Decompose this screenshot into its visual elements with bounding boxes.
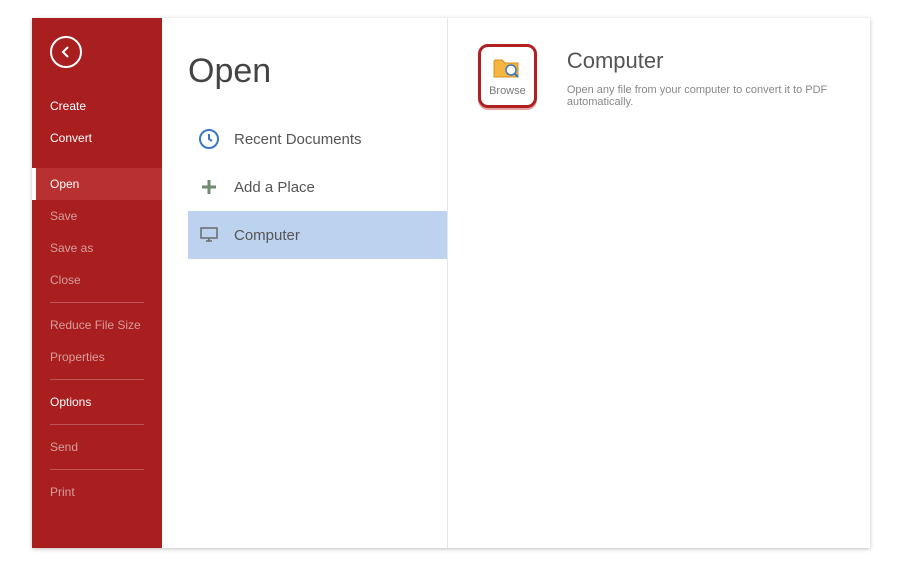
browse-label: Browse	[489, 85, 526, 97]
sidebar-item-close[interactable]: Close	[32, 264, 162, 296]
sidebar-item-send[interactable]: Send	[32, 431, 162, 463]
sidebar-item-properties[interactable]: Properties	[32, 341, 162, 373]
page-title: Open	[188, 52, 447, 91]
source-label: Add a Place	[234, 179, 315, 196]
sidebar-item-convert[interactable]: Convert	[32, 122, 162, 154]
browse-button[interactable]: Browse	[478, 44, 537, 108]
clock-icon	[198, 128, 220, 150]
back-button[interactable]	[50, 36, 82, 68]
backstage-window: Create Convert Open Save Save as Close R…	[32, 18, 870, 548]
sidebar-divider	[50, 302, 144, 303]
sidebar-item-print[interactable]: Print	[32, 476, 162, 508]
sidebar-item-options[interactable]: Options	[32, 386, 162, 418]
sidebar-item-create[interactable]: Create	[32, 90, 162, 122]
sidebar-divider	[50, 469, 144, 470]
source-add-a-place[interactable]: Add a Place	[188, 163, 447, 211]
source-label: Computer	[234, 227, 300, 244]
arrow-left-icon	[58, 44, 74, 60]
sidebar-item-open[interactable]: Open	[32, 168, 162, 200]
main-area: Open Recent Documents Add a Place Comput…	[162, 18, 870, 548]
sidebar-divider	[50, 424, 144, 425]
source-list-panel: Open Recent Documents Add a Place Comput…	[162, 18, 448, 548]
source-recent-documents[interactable]: Recent Documents	[188, 115, 447, 163]
source-label: Recent Documents	[234, 131, 362, 148]
sidebar-item-reduce-file-size[interactable]: Reduce File Size	[32, 309, 162, 341]
backstage-sidebar: Create Convert Open Save Save as Close R…	[32, 18, 162, 548]
detail-text: Computer Open any file from your compute…	[567, 44, 848, 108]
computer-icon	[198, 224, 220, 246]
detail-description: Open any file from your computer to conv…	[567, 84, 848, 108]
folder-search-icon	[492, 55, 522, 81]
source-computer[interactable]: Computer	[188, 211, 447, 259]
sidebar-divider	[50, 379, 144, 380]
sidebar-item-save-as[interactable]: Save as	[32, 232, 162, 264]
detail-title: Computer	[567, 48, 848, 74]
detail-panel: Browse Computer Open any file from your …	[448, 18, 870, 548]
sidebar-item-save[interactable]: Save	[32, 200, 162, 232]
plus-icon	[198, 176, 220, 198]
